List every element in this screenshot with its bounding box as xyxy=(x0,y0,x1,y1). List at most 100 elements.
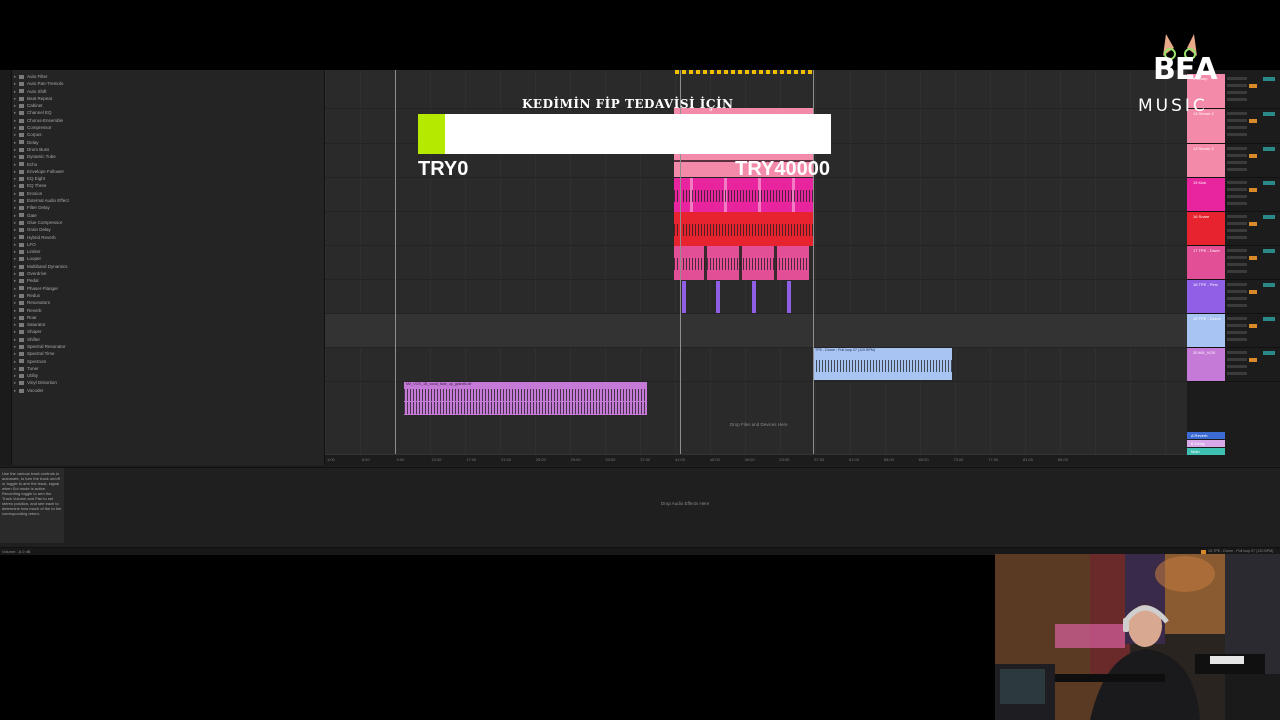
track-header[interactable]: 16 Snare xyxy=(1187,212,1280,246)
routing-selector[interactable] xyxy=(1227,351,1247,354)
browser-item[interactable]: ▸ Hybrid Reverb xyxy=(14,234,314,241)
audio-clip-perc[interactable] xyxy=(716,281,720,313)
track-lane[interactable] xyxy=(325,280,1187,314)
audio-clip-vox[interactable]: MX_VOX_1B_vocal_fade_up_gatedfx.aif xyxy=(404,382,647,415)
browser-item[interactable]: ▸ Roar xyxy=(14,314,314,321)
track-name[interactable]: 13 Serum 2 xyxy=(1193,146,1214,151)
browser-item[interactable]: ▸ Vocoder xyxy=(14,387,314,394)
routing-selector[interactable] xyxy=(1227,77,1247,80)
monitor-button[interactable] xyxy=(1249,188,1257,192)
routing-selector[interactable] xyxy=(1227,161,1247,164)
volume-meter[interactable] xyxy=(1263,249,1275,253)
return-track[interactable]: B Delay xyxy=(1187,440,1225,447)
browser-item[interactable]: ▸ Spectral Time xyxy=(14,350,314,357)
routing-selector[interactable] xyxy=(1227,331,1247,334)
audio-clip-perc[interactable] xyxy=(752,281,756,313)
track-name[interactable]: 16 Snare xyxy=(1193,214,1209,219)
routing-selector[interactable] xyxy=(1227,372,1247,375)
time-ruler[interactable]: 1:00 5:00 9:00 13:00 17:00 21:00 25:00 29:00 33:… xyxy=(325,454,1187,465)
track-header[interactable]: 15 Kick xyxy=(1187,178,1280,212)
volume-meter[interactable] xyxy=(1263,351,1275,355)
routing-selector[interactable] xyxy=(1227,147,1247,150)
browser-item[interactable]: ▸ Grain Delay xyxy=(14,226,314,233)
browser-item[interactable]: ▸ Multiband Dynamics xyxy=(14,263,314,270)
routing-selector[interactable] xyxy=(1227,84,1247,87)
routing-selector[interactable] xyxy=(1227,133,1247,136)
track-name[interactable]: 18 TPE - Perc xyxy=(1193,282,1218,287)
browser-item[interactable]: ▸ Looper xyxy=(14,255,314,262)
browser-item[interactable]: ▸ Chorus-Ensemble xyxy=(14,117,314,124)
routing-selector[interactable] xyxy=(1227,112,1247,115)
routing-selector[interactable] xyxy=(1227,263,1247,266)
browser-item[interactable]: ▸ EQ Eight xyxy=(14,175,314,182)
routing-selector[interactable] xyxy=(1227,181,1247,184)
monitor-button[interactable] xyxy=(1249,84,1257,88)
browser-item[interactable]: ▸ Spectral Resonator xyxy=(14,343,314,350)
track-name[interactable]: 20 MX_VOX xyxy=(1193,350,1215,355)
track-name[interactable]: 19 TPE - Drone xyxy=(1193,316,1221,321)
monitor-button[interactable] xyxy=(1249,358,1257,362)
routing-selector[interactable] xyxy=(1227,365,1247,368)
browser-item[interactable]: ▸ Redux xyxy=(14,292,314,299)
routing-selector[interactable] xyxy=(1227,119,1247,122)
browser-item[interactable]: ▸ Spectrum xyxy=(14,358,314,365)
routing-selector[interactable] xyxy=(1227,304,1247,307)
audio-clip-perc[interactable] xyxy=(682,281,686,313)
browser-item[interactable]: ▸ Resonators xyxy=(14,299,314,306)
routing-selector[interactable] xyxy=(1227,236,1247,239)
routing-selector[interactable] xyxy=(1227,249,1247,252)
browser-item[interactable]: ▸ Echo xyxy=(14,161,314,168)
browser-item[interactable]: ▸ Envelope Follower xyxy=(14,168,314,175)
track-header[interactable]: 17 TPE - Drum xyxy=(1187,246,1280,280)
browser-item[interactable]: ▸ Corpus xyxy=(14,131,314,138)
return-track[interactable]: Main xyxy=(1187,448,1225,455)
browser-item[interactable]: ▸ Pedal xyxy=(14,277,314,284)
track-header[interactable]: 19 TPE - Drone xyxy=(1187,314,1280,348)
volume-meter[interactable] xyxy=(1263,77,1275,81)
browser-item[interactable]: ▸ Limiter xyxy=(14,248,314,255)
routing-selector[interactable] xyxy=(1227,297,1247,300)
browser-item[interactable]: ▸ Phaser-Flanger xyxy=(14,285,314,292)
routing-selector[interactable] xyxy=(1227,91,1247,94)
browser-item[interactable]: ▸ Auto Filter xyxy=(14,73,314,80)
track-header[interactable]: 18 TPE - Perc xyxy=(1187,280,1280,314)
volume-meter[interactable] xyxy=(1263,283,1275,287)
routing-selector[interactable] xyxy=(1227,256,1247,259)
browser-item[interactable]: ▸ Shifter xyxy=(14,336,314,343)
routing-selector[interactable] xyxy=(1227,98,1247,101)
browser-item[interactable]: ▸ Dynamic Tube xyxy=(14,153,314,160)
browser-item[interactable]: ▸ Drum Buss xyxy=(14,146,314,153)
audio-clip-drum[interactable] xyxy=(674,246,809,280)
routing-selector[interactable] xyxy=(1227,317,1247,320)
track-lane[interactable] xyxy=(325,74,1187,109)
audio-clip-kick[interactable] xyxy=(674,178,813,212)
volume-meter[interactable] xyxy=(1263,181,1275,185)
browser-item[interactable]: ▸ Gate xyxy=(14,212,314,219)
browser-item[interactable]: ▸ EQ Three xyxy=(14,182,314,189)
monitor-button[interactable] xyxy=(1249,119,1257,123)
browser-item[interactable]: ▸ Tuner xyxy=(14,365,314,372)
routing-selector[interactable] xyxy=(1227,270,1247,273)
track-lane[interactable] xyxy=(325,348,1187,382)
browser-item[interactable]: ▸ Glue Compressor xyxy=(14,219,314,226)
browser-item[interactable]: ▸ Shaper xyxy=(14,328,314,335)
browser-item[interactable]: ▸ Compressor xyxy=(14,124,314,131)
routing-selector[interactable] xyxy=(1227,202,1247,205)
routing-selector[interactable] xyxy=(1227,188,1247,191)
track-name[interactable]: 17 TPE - Drum xyxy=(1193,248,1220,253)
routing-selector[interactable] xyxy=(1227,222,1247,225)
routing-selector[interactable] xyxy=(1227,229,1247,232)
browser-item[interactable]: ▸ Auto Pan-Tremolo xyxy=(14,80,314,87)
routing-selector[interactable] xyxy=(1227,168,1247,171)
volume-meter[interactable] xyxy=(1263,147,1275,151)
browser-item[interactable]: ▸ Cabinet xyxy=(14,102,314,109)
audio-clip-perc[interactable] xyxy=(787,281,791,313)
volume-meter[interactable] xyxy=(1263,317,1275,321)
routing-selector[interactable] xyxy=(1227,324,1247,327)
browser-item[interactable]: ▸ Auto Shift xyxy=(14,88,314,95)
routing-selector[interactable] xyxy=(1227,215,1247,218)
track-lane[interactable] xyxy=(325,314,1187,348)
track-header[interactable]: 20 MX_VOX xyxy=(1187,348,1280,382)
browser-item[interactable]: ▸ LFO xyxy=(14,241,314,248)
audio-clip-drone[interactable]: TPE - Drone - Pull loop 07 (120 BPM) xyxy=(813,348,952,380)
